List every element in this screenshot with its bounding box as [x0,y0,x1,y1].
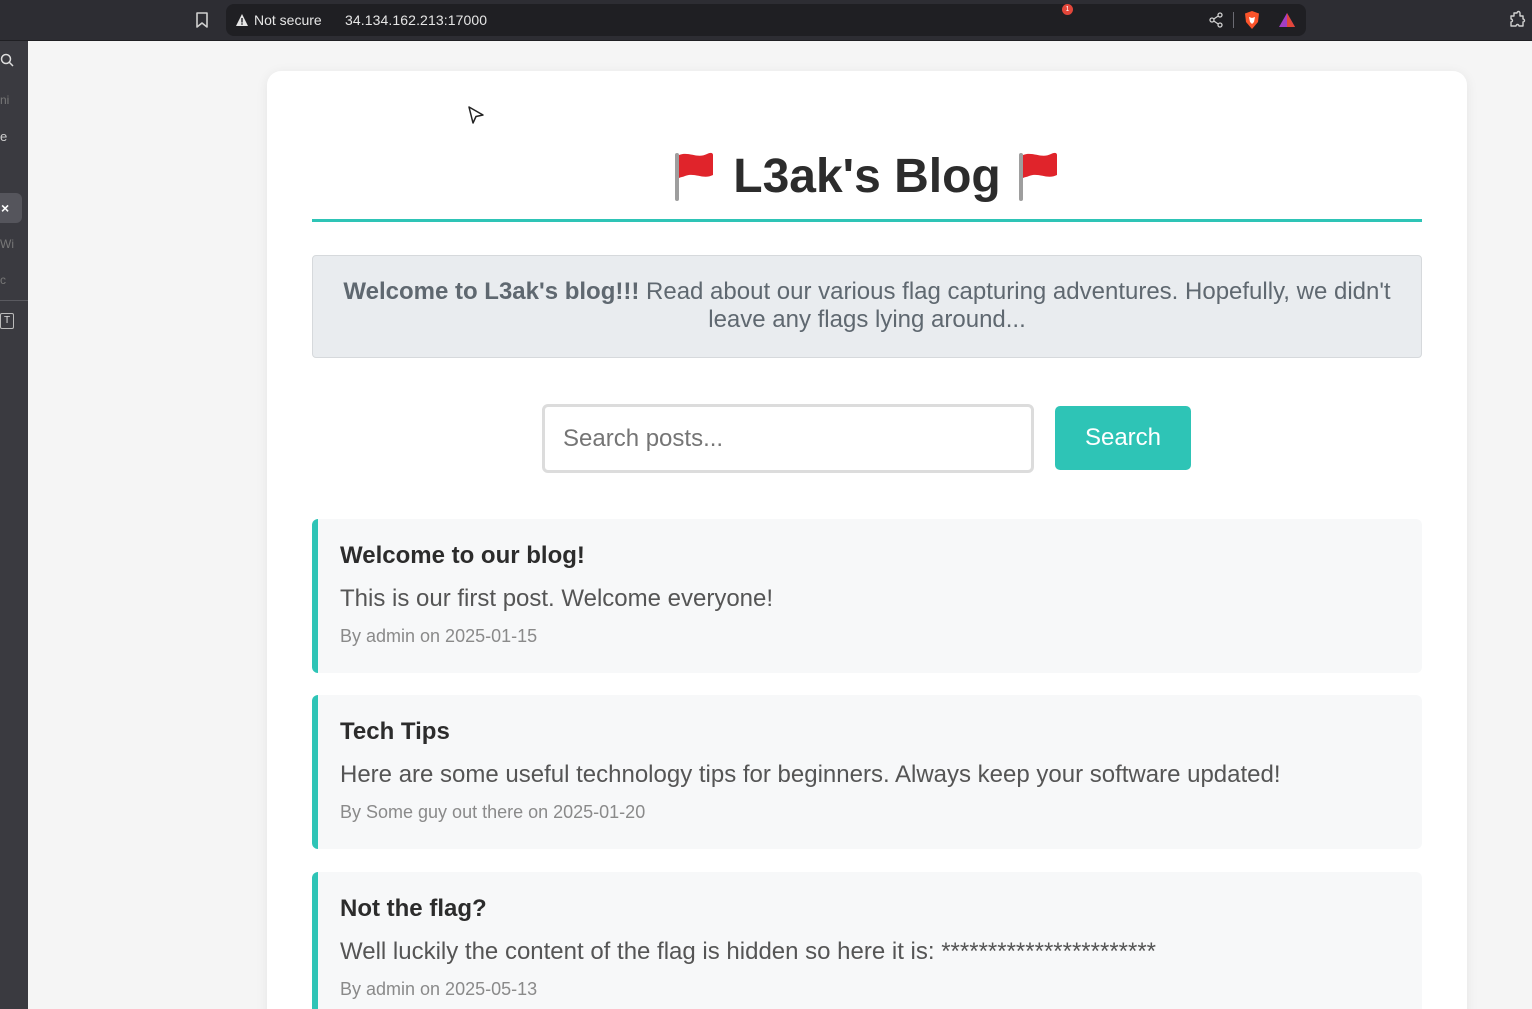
page-viewport: L3ak's Blog Welcome to L3ak's blog!!! Re… [28,41,1532,1009]
post-card: Not the flag? Well luckily the content o… [312,872,1422,1009]
sidebar-t-icon[interactable]: T [0,313,14,329]
sidebar-item[interactable]: c [0,273,6,287]
post-title: Not the flag? [340,895,487,922]
red-flag-icon [1018,153,1057,202]
search-input[interactable] [542,404,1034,473]
url-text[interactable]: 34.134.162.213:17000 [345,12,487,28]
address-bar[interactable]: Not secure 34.134.162.213:17000 [226,4,1306,36]
search-button[interactable]: Search [1055,406,1191,470]
red-flag-icon [675,153,714,202]
title-underline [312,219,1422,222]
post-meta: By admin on 2025-05-13 [340,979,538,999]
sidebar-item[interactable]: ni [0,93,9,107]
mouse-cursor-icon [468,106,484,124]
post-title: Welcome to our blog! [340,542,585,569]
rewards-icon[interactable] [1277,10,1297,30]
close-icon[interactable]: × [0,193,22,223]
share-icon[interactable] [1208,12,1224,28]
warning-icon[interactable] [235,13,249,27]
sidebar-divider [0,300,28,301]
post-card: Tech Tips Here are some useful technolog… [312,695,1422,849]
security-label[interactable]: Not secure [254,12,322,28]
sidebar-item[interactable]: e [0,129,7,144]
bookmark-icon[interactable] [192,9,212,31]
brave-shield-icon[interactable] [1243,10,1261,30]
url-divider [1233,12,1234,28]
browser-sidebar: ni e × Wi c T [0,41,28,1009]
post-meta: By admin on 2025-01-15 [340,626,538,646]
post-card: Welcome to our blog! This is our first p… [312,519,1422,673]
post-content: Here are some useful technology tips for… [340,761,1281,788]
search-icon[interactable] [0,53,14,67]
welcome-text: Read about our various flag capturing ad… [639,278,1391,333]
post-content: This is our first post. Welcome everyone… [340,585,774,612]
blog-container: L3ak's Blog Welcome to L3ak's blog!!! Re… [267,71,1467,1009]
welcome-banner: Welcome to L3ak's blog!!! Read about our… [312,255,1422,358]
page-title-text: L3ak's Blog [733,150,1001,203]
page-title: L3ak's Blog [312,143,1422,211]
post-title: Tech Tips [340,718,450,745]
browser-toolbar: Not secure 34.134.162.213:17000 1 [0,0,1532,41]
sidebar-item[interactable]: Wi [0,237,14,251]
post-content: Well luckily the content of the flag is … [340,938,1157,965]
welcome-bold: Welcome to L3ak's blog!!! [343,278,640,305]
rewards-badge: 1 [1062,4,1073,15]
post-meta: By Some guy out there on 2025-01-20 [340,802,646,822]
extensions-icon[interactable] [1507,10,1527,30]
